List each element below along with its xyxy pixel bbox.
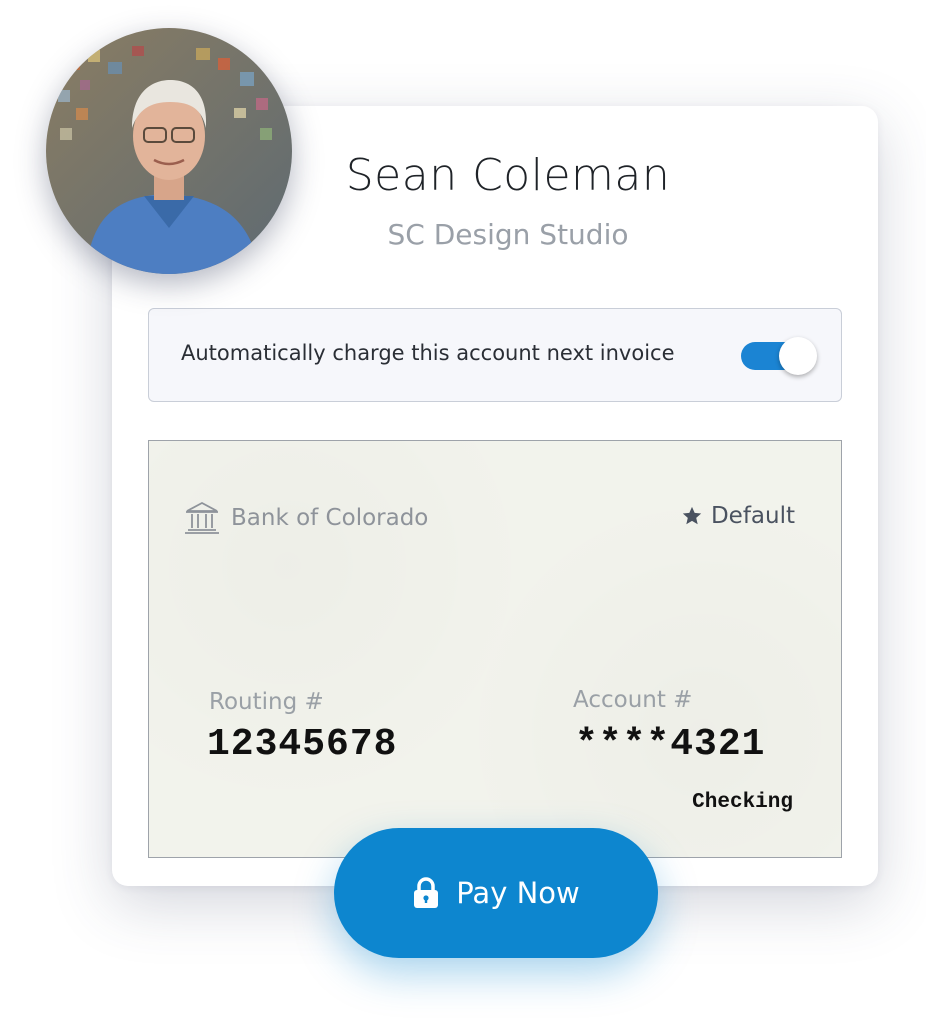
autocharge-panel: Automatically charge this account next i… [148,308,842,402]
payment-widget: Sean Coleman SC Design Studio Automatica… [0,0,926,1024]
user-photo-icon [46,28,292,274]
default-badge: Default [681,503,795,529]
lock-icon [414,877,439,908]
bank-icon [185,501,219,534]
account-label: Account # [573,687,693,713]
toggle-knob [779,337,817,375]
bank-name: Bank of Colorado [231,505,429,531]
bank-check-card[interactable]: Bank of Colorado Default Routing # 12345… [148,440,842,858]
star-icon [682,506,702,525]
avatar [46,28,292,274]
default-label: Default [710,503,795,529]
routing-number: 12345678 [207,723,398,766]
routing-label: Routing # [209,689,324,715]
pay-now-button[interactable]: Pay Now [334,828,658,958]
account-type: Checking [692,791,793,814]
autocharge-label: Automatically charge this account next i… [181,341,675,365]
account-number: ****4321 [575,723,766,766]
pay-now-label: Pay Now [456,876,580,910]
bank-info: Bank of Colorado [183,499,428,537]
autocharge-toggle[interactable] [741,337,819,375]
